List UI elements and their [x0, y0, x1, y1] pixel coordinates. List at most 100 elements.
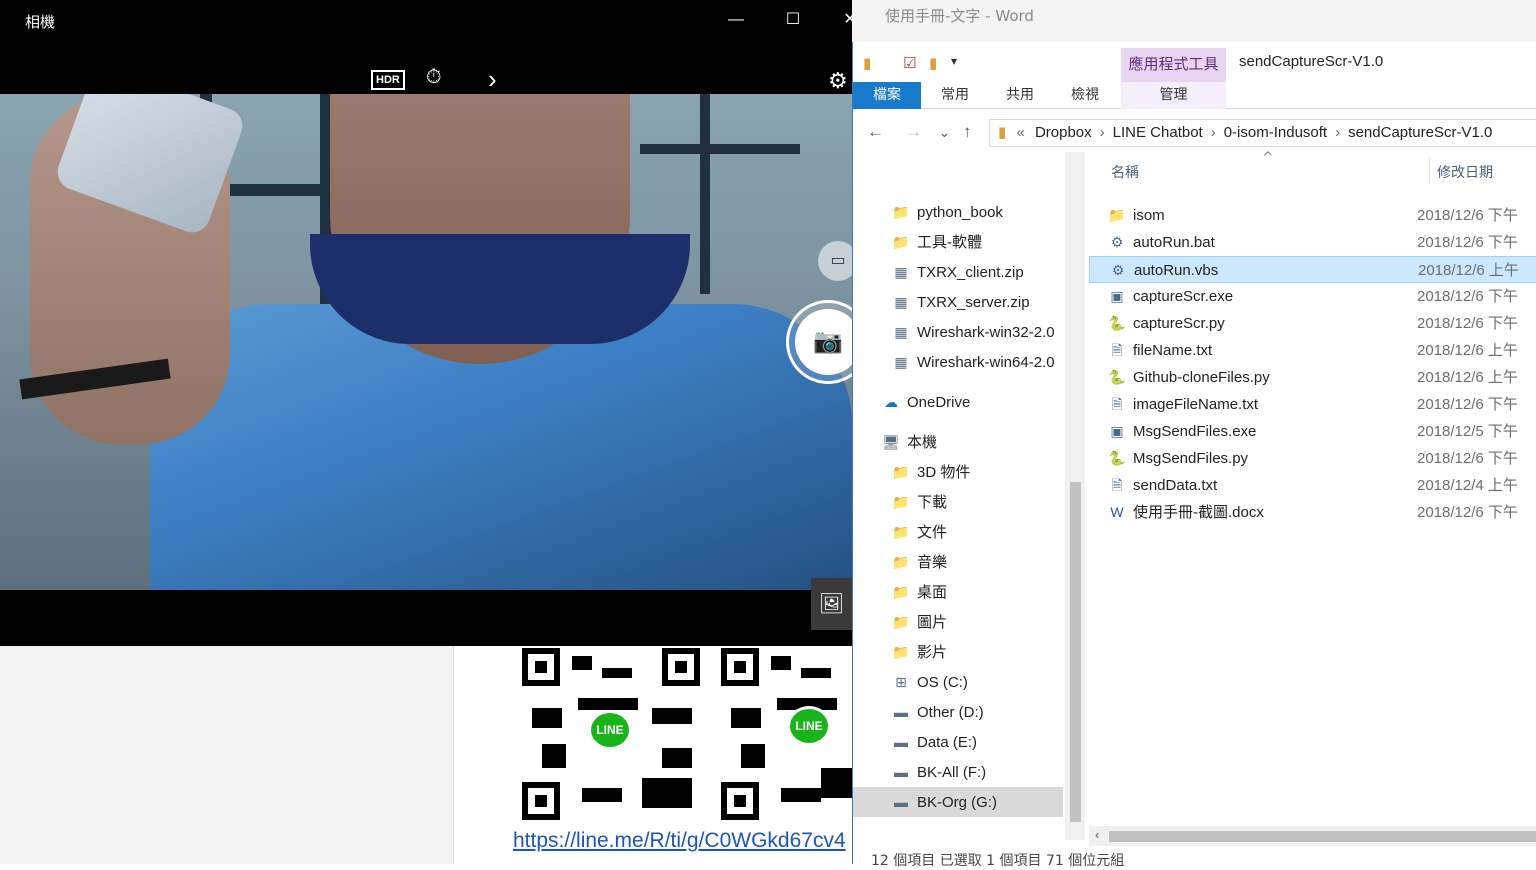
- nav-item-label: BK-Org (G:): [917, 794, 998, 811]
- tab-view[interactable]: 檢視: [1061, 82, 1109, 109]
- nav-item[interactable]: ▦ Wireshark-win64-2.0: [853, 347, 1063, 377]
- nav-item[interactable]: 📁 下載: [853, 487, 1063, 517]
- file-row[interactable]: 📁 isom 2018/12/6 下午: [1089, 202, 1536, 229]
- line-group-link[interactable]: https://line.me/R/ti/g/C0WGkd67cv4: [513, 829, 853, 853]
- tab-home[interactable]: 常用: [931, 82, 979, 109]
- file-row[interactable]: ▣ captureScr.exe 2018/12/6 下午: [1089, 283, 1536, 310]
- nav-item-label: 圖片: [917, 614, 948, 631]
- chevron-right-icon[interactable]: ›: [1211, 124, 1216, 141]
- up-arrow-icon[interactable]: ↑: [963, 122, 972, 142]
- nav-item-label: Other (D:): [917, 704, 984, 721]
- folder-3d-icon: 📁: [892, 464, 910, 480]
- breadcrumb-current-folder[interactable]: sendCaptureScr-V1.0: [1348, 124, 1492, 141]
- nav-item[interactable]: 📁 python_book: [853, 197, 1063, 227]
- scrollbar-thumb[interactable]: [1109, 831, 1536, 842]
- status-bar: 12 個項目 已選取 1 個項目 71 個位元組: [871, 853, 1125, 869]
- file-row[interactable]: ⚙ autoRun.bat 2018/12/6 下午: [1089, 229, 1536, 256]
- nav-item[interactable]: ▦ Wireshark-win32-2.0: [853, 317, 1063, 347]
- file-name: MsgSendFiles.py: [1133, 450, 1249, 467]
- file-row[interactable]: ▣ MsgSendFiles.exe 2018/12/5 下午: [1089, 418, 1536, 445]
- new-folder-icon[interactable]: ▮: [929, 54, 937, 72]
- navigation-pane-scrollbar[interactable]: [1065, 152, 1085, 840]
- horizontal-scrollbar[interactable]: ‹: [1089, 826, 1536, 846]
- column-header-modified[interactable]: 修改日期: [1437, 162, 1493, 182]
- exe-file-icon: ▣: [1110, 423, 1124, 439]
- scroll-left-icon[interactable]: ‹: [1095, 827, 1099, 842]
- customize-dropdown-icon[interactable]: ▾: [951, 54, 957, 68]
- file-modified-date: 2018/12/6 下午: [1417, 234, 1518, 251]
- folder-icon: 📁: [892, 204, 910, 220]
- tab-share[interactable]: 共用: [996, 82, 1044, 109]
- timer-icon[interactable]: ⏱: [426, 66, 442, 89]
- nav-item[interactable]: 📁 影片: [853, 637, 1063, 667]
- file-row[interactable]: 🗎 sendData.txt 2018/12/4 上午: [1089, 472, 1536, 499]
- file-row[interactable]: 🗎 imageFileName.txt 2018/12/6 下午: [1089, 391, 1536, 418]
- file-list: 名稱 ^ 修改日期 📁 isom 2018/12/6 下午 ⚙ autoRun.bat 2…: [1089, 150, 1536, 830]
- file-modified-date: 2018/12/6 下午: [1417, 450, 1518, 467]
- properties-check-icon[interactable]: ☑: [903, 54, 916, 72]
- gallery-thumbnail-icon[interactable]: 🖼: [811, 578, 852, 630]
- nav-item[interactable]: 📁 桌面: [853, 577, 1063, 607]
- breadcrumb-dropbox[interactable]: Dropbox: [1035, 124, 1092, 141]
- file-name: autoRun.vbs: [1134, 262, 1219, 279]
- script-file-icon: ⚙: [1111, 262, 1125, 278]
- settings-gear-icon[interactable]: ⚙: [828, 68, 848, 94]
- file-modified-date: 2018/12/6 上午: [1417, 369, 1518, 386]
- file-row[interactable]: 🗎 fileName.txt 2018/12/6 上午: [1089, 337, 1536, 364]
- nav-item[interactable]: ▬ BK-All (F:): [853, 757, 1063, 787]
- chevron-right-icon[interactable]: ›: [1335, 124, 1340, 141]
- nav-item[interactable]: 🖥 本機: [853, 427, 1063, 457]
- file-row[interactable]: 🐍 Github-cloneFiles.py 2018/12/6 上午: [1089, 364, 1536, 391]
- file-name: MsgSendFiles.exe: [1133, 423, 1257, 440]
- nav-item[interactable]: 📁 工具-軟體: [853, 227, 1063, 257]
- nav-item[interactable]: 📁 音樂: [853, 547, 1063, 577]
- nav-item-label: 下載: [917, 494, 948, 511]
- close-button[interactable]: ✕: [822, 0, 878, 40]
- nav-item-label: 音樂: [917, 554, 948, 571]
- file-row[interactable]: 🐍 captureScr.py 2018/12/6 下午: [1089, 310, 1536, 337]
- archive-icon: ▦: [894, 354, 908, 370]
- nav-item[interactable]: ▬ Other (D:): [853, 697, 1063, 727]
- nav-item[interactable]: ⊞ OS (C:): [853, 667, 1063, 697]
- maximize-button[interactable]: ☐: [765, 0, 821, 40]
- expand-chevron-icon[interactable]: ›: [488, 64, 497, 95]
- nav-item-label: 桌面: [917, 584, 948, 601]
- tab-file[interactable]: 檔案: [853, 82, 921, 109]
- breadcrumb-line-chatbot[interactable]: LINE Chatbot: [1113, 124, 1203, 141]
- column-header-name[interactable]: 名稱: [1111, 162, 1139, 182]
- file-modified-date: 2018/12/6 上午: [1417, 342, 1518, 359]
- nav-item[interactable]: ☁ OneDrive: [853, 387, 1063, 417]
- text-file-icon: 🗎: [1111, 396, 1123, 412]
- file-row[interactable]: 🐍 MsgSendFiles.py 2018/12/6 下午: [1089, 445, 1536, 472]
- nav-item[interactable]: ▬ Data (E:): [853, 727, 1063, 757]
- tab-manage[interactable]: 管理: [1121, 82, 1226, 109]
- nav-item[interactable]: ▬ BK-Org (G:): [853, 787, 1063, 817]
- nav-item[interactable]: ▦ TXRX_server.zip: [853, 287, 1063, 317]
- nav-item[interactable]: 📁 文件: [853, 517, 1063, 547]
- minimize-button[interactable]: —: [708, 0, 764, 40]
- computer-icon: 🖥: [882, 434, 900, 450]
- breadcrumb-isom-indusoft[interactable]: 0-isom-Indusoft: [1224, 124, 1327, 141]
- pictures-folder-icon: 📁: [892, 614, 910, 630]
- folder-icon: 📁: [1108, 207, 1126, 223]
- file-modified-date: 2018/12/6 下午: [1417, 288, 1518, 305]
- recent-locations-icon[interactable]: ⌄: [939, 125, 950, 141]
- back-arrow-icon[interactable]: ←: [867, 122, 884, 142]
- chevron-right-icon[interactable]: ›: [1100, 124, 1105, 141]
- file-name: captureScr.exe: [1133, 288, 1234, 305]
- file-row[interactable]: ⚙ autoRun.vbs 2018/12/6 上午: [1089, 256, 1536, 283]
- forward-arrow-icon[interactable]: →: [905, 122, 922, 142]
- file-row[interactable]: W 使用手冊-截圖.docx 2018/12/6 下午: [1089, 499, 1536, 526]
- hdr-icon[interactable]: HDR: [371, 70, 405, 90]
- breadcrumb-overflow[interactable]: «: [1016, 124, 1024, 141]
- nav-item-label: BK-All (F:): [917, 764, 987, 781]
- address-bar[interactable]: ▮ « Dropbox › LINE Chatbot › 0-isom-Indusoft…: [989, 119, 1536, 147]
- python-file-icon: 🐍: [1108, 450, 1126, 466]
- nav-item[interactable]: 📁 圖片: [853, 607, 1063, 637]
- nav-item[interactable]: ▦ TXRX_client.zip: [853, 257, 1063, 287]
- videos-folder-icon: 📁: [892, 644, 910, 660]
- scrollbar-thumb[interactable]: [1070, 482, 1081, 822]
- camera-preview: [0, 94, 852, 590]
- nav-item[interactable]: 📁 3D 物件: [853, 457, 1063, 487]
- nav-item[interactable]: 🖧網路: [853, 827, 1063, 828]
